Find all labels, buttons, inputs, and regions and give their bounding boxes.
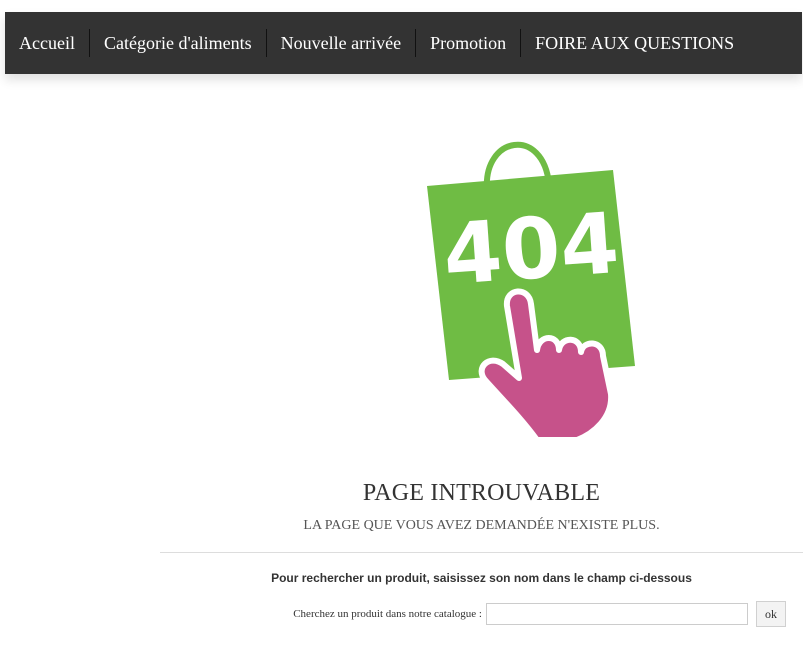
shopping-bag-404-icon: 404 bbox=[427, 142, 635, 443]
page-title: PAGE INTROUVABLE bbox=[362, 480, 601, 506]
search-form: Cherchez un produit dans notre catalogue… bbox=[160, 601, 803, 627]
page-subtitle: LA PAGE QUE VOUS AVEZ DEMANDÉE N'EXISTE … bbox=[303, 518, 660, 533]
404-illustration: 404 bbox=[425, 128, 637, 443]
search-label: Cherchez un produit dans notre catalogue… bbox=[293, 608, 482, 620]
nav-item-faq[interactable]: FOIRE AUX QUESTIONS bbox=[520, 29, 748, 57]
nav-item-categorie-aliments[interactable]: Catégorie d'aliments bbox=[88, 29, 266, 57]
search-input[interactable] bbox=[486, 603, 748, 625]
search-ok-button[interactable]: ok bbox=[756, 601, 786, 627]
divider bbox=[160, 552, 803, 553]
error-code-text: 404 bbox=[440, 194, 622, 304]
nav-item-nouvelle-arrivee[interactable]: Nouvelle arrivée bbox=[265, 29, 415, 57]
nav-item-promotion[interactable]: Promotion bbox=[415, 29, 520, 57]
nav-item-accueil[interactable]: Accueil bbox=[5, 29, 89, 57]
top-navigation: Accueil Catégorie d'aliments Nouvelle ar… bbox=[5, 12, 802, 74]
search-hint-text: Pour rechercher un produit, saisissez so… bbox=[271, 571, 692, 585]
